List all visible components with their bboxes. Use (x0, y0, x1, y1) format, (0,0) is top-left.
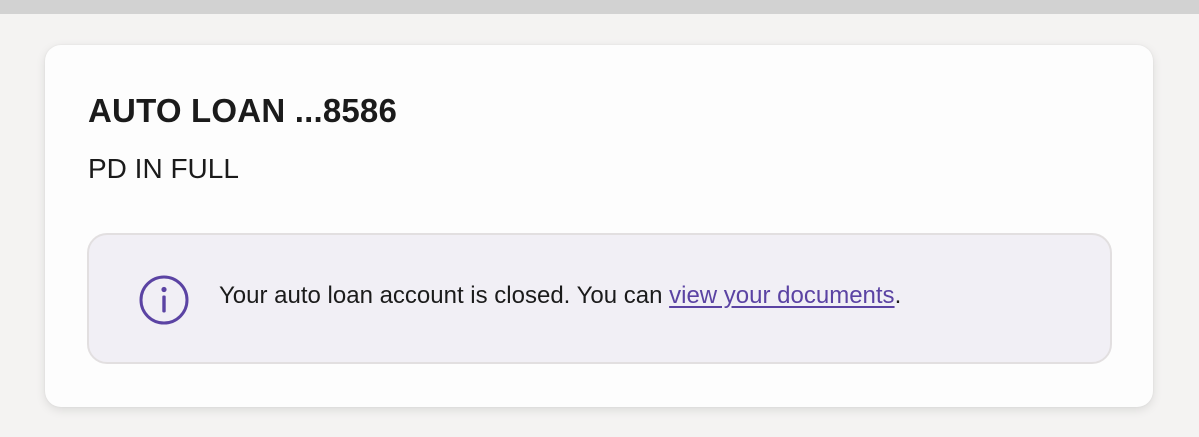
info-icon (139, 275, 189, 325)
notice-text-before: Your auto loan account is closed. You ca… (219, 282, 670, 309)
notice-message: Your auto loan account is closed. You ca… (219, 282, 901, 310)
account-status: PD IN FULL (88, 153, 239, 184)
account-closed-notice: Your auto loan account is closed. You ca… (87, 233, 1112, 364)
view-documents-link[interactable]: view your documents (669, 282, 894, 309)
auto-loan-account-card: AUTO LOAN ...8586 PD IN FULL Your auto l… (45, 45, 1153, 407)
top-header-bar (0, 0, 1199, 14)
notice-text-after: . (894, 282, 902, 309)
account-title: AUTO LOAN ...8586 (88, 92, 398, 129)
